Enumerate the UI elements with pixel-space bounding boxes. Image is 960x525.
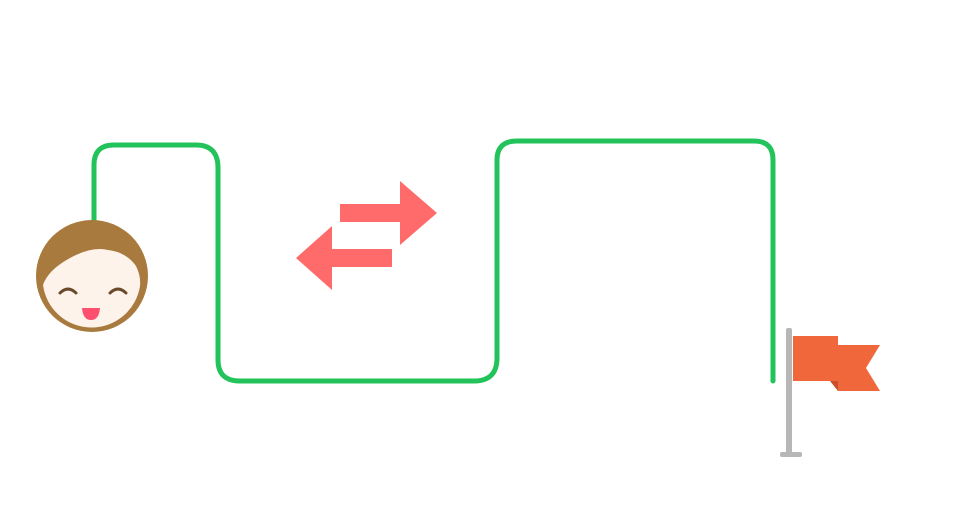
smiling-face-icon: [36, 220, 148, 332]
journey-path: [91, 138, 776, 384]
flag-pole: [786, 328, 792, 454]
arrow-left: [296, 226, 392, 290]
flag-fold: [830, 381, 838, 391]
flag-icon: [780, 328, 880, 457]
flag-pole-base: [780, 452, 802, 457]
journey-diagram: [0, 0, 960, 520]
arrow-right: [340, 181, 437, 245]
swap-arrows-icon: [296, 181, 437, 290]
flag-tail: [838, 345, 880, 391]
flag-cloth: [793, 336, 838, 381]
journey-diagram-canvas: [36, 138, 880, 457]
